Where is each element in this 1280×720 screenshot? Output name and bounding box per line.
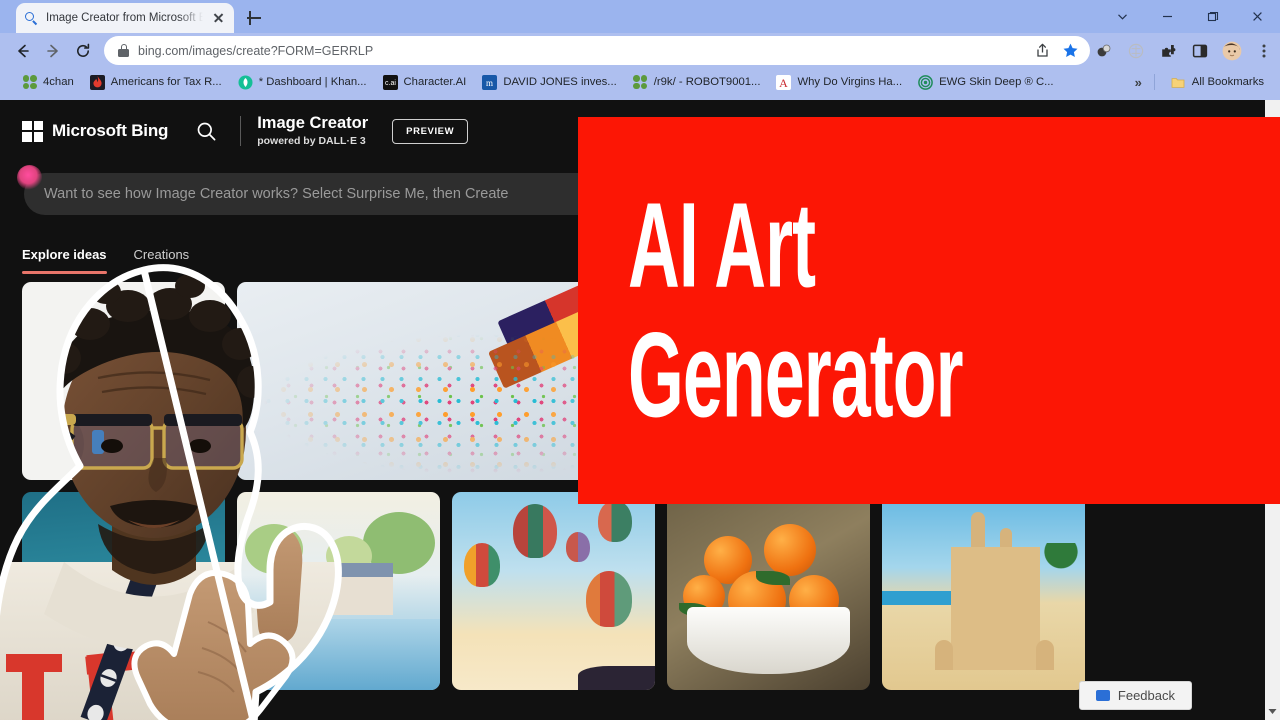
- overlay-line-2: Generator: [628, 305, 964, 443]
- gallery-image-sandcastle-beach-art[interactable]: [882, 492, 1085, 690]
- browser-toolbar-icons: [1094, 35, 1274, 66]
- flame-icon: [89, 74, 105, 90]
- preview-badge: PREVIEW: [392, 118, 469, 144]
- bookmark-label: EWG Skin Deep ® C...: [939, 76, 1054, 88]
- speech-bubble-icon: [1095, 690, 1110, 701]
- close-icon[interactable]: [210, 10, 226, 26]
- tab-label: Creations: [133, 247, 190, 262]
- green-spiral-icon: [918, 74, 933, 90]
- svg-text:c.ai: c.ai: [385, 80, 396, 87]
- m-square-icon: m: [482, 74, 498, 90]
- all-bookmarks-button[interactable]: All Bookmarks: [1163, 71, 1272, 93]
- tab-label: Explore ideas: [22, 247, 107, 262]
- star-filled-icon[interactable]: [1060, 41, 1080, 61]
- microsoft-grid-icon: [22, 120, 43, 142]
- bookmark-label: * Dashboard | Khan...: [258, 76, 367, 88]
- svg-text:m: m: [486, 78, 493, 88]
- bookmark-item[interactable]: m DAVID JONES inves...: [474, 71, 624, 93]
- bookmarks-bar: 4chan Americans for Tax R... * Dashboard…: [0, 68, 1280, 96]
- split-screen-icon[interactable]: [1190, 41, 1210, 61]
- new-tab-button[interactable]: [243, 7, 265, 29]
- share-icon[interactable]: [1032, 41, 1052, 61]
- feedback-button[interactable]: Feedback: [1078, 681, 1192, 710]
- folder-icon: [1171, 75, 1186, 90]
- bookmark-item[interactable]: EWG Skin Deep ® C...: [910, 71, 1061, 93]
- bookmark-item[interactable]: * Dashboard | Khan...: [230, 71, 375, 93]
- navigation-bar: bing.com/images/create?FORM=GERRLP: [0, 33, 1280, 68]
- kebab-menu-icon[interactable]: [1254, 41, 1274, 61]
- profile-avatar-icon[interactable]: [1222, 41, 1242, 61]
- search-icon[interactable]: [188, 113, 224, 149]
- forward-arrow-icon[interactable]: [38, 36, 68, 66]
- tab-explore-ideas[interactable]: Explore ideas: [22, 246, 107, 274]
- video-title-overlay: AI Art Generator: [578, 117, 1280, 504]
- url-text: bing.com/images/create?FORM=GERRLP: [138, 43, 374, 58]
- bookmarks-bar-right: » All Bookmarks: [1131, 71, 1272, 93]
- extension-shield-icon[interactable]: [1126, 41, 1146, 61]
- bookmark-item[interactable]: Americans for Tax R...: [82, 71, 230, 93]
- browser-tab[interactable]: Image Creator from Microsoft B: [16, 3, 234, 33]
- character-ai-icon: c.ai: [382, 74, 398, 90]
- tab-strip: Image Creator from Microsoft B: [0, 0, 1280, 33]
- 4chan-clover-icon: [633, 75, 648, 90]
- gallery-image-teal-scene-art[interactable]: [22, 492, 225, 690]
- bookmark-item[interactable]: 4chan: [14, 71, 82, 93]
- 4chan-clover-icon: [22, 75, 37, 90]
- screen: Image Creator from Microsoft B bing.com/…: [0, 0, 1280, 720]
- maximize-icon[interactable]: [1190, 0, 1235, 33]
- prompt-placeholder: Want to see how Image Creator works? Sel…: [44, 186, 509, 202]
- extension-orb-icon[interactable]: [1094, 41, 1114, 61]
- bookmark-label: 4chan: [43, 76, 74, 88]
- close-icon[interactable]: [1235, 0, 1280, 33]
- divider: [1153, 74, 1155, 90]
- bing-logo-text: Microsoft Bing: [52, 121, 169, 140]
- divider: [240, 116, 242, 146]
- bookmark-label: Character.AI: [403, 76, 467, 88]
- gallery-row: [22, 492, 1280, 690]
- puzzle-icon[interactable]: [1158, 41, 1178, 61]
- product-title-block: Image Creator powered by DALL·E 3: [257, 113, 369, 148]
- search-icon: [24, 11, 39, 26]
- gallery-image-confetti-pencil-art[interactable]: [237, 282, 635, 480]
- bookmark-item[interactable]: /r9k/ - ROBOT9001...: [625, 71, 769, 93]
- red-a-icon: A: [776, 74, 792, 90]
- bookmark-label: Why Do Virgins Ha...: [797, 76, 903, 88]
- tab-search-chevron-icon[interactable]: [1100, 0, 1145, 33]
- minimize-icon[interactable]: [1145, 0, 1190, 33]
- scroll-down-arrow-icon[interactable]: [1265, 704, 1280, 718]
- feedback-label: Feedback: [1117, 688, 1175, 703]
- bookmark-label: Americans for Tax R...: [110, 76, 222, 88]
- gallery-image-hot-air-balloons-art[interactable]: [452, 492, 655, 690]
- overlay-line-1: AI Art: [628, 176, 816, 314]
- lock-icon: [118, 44, 129, 57]
- bookmark-label: /r9k/ - ROBOT9001...: [653, 76, 761, 88]
- bookmark-label: DAVID JONES inves...: [503, 76, 617, 88]
- page-subtitle: powered by DALL·E 3: [257, 135, 366, 148]
- microsoft-bing-logo[interactable]: Microsoft Bing: [22, 120, 169, 142]
- browser-chrome: Image Creator from Microsoft B bing.com/…: [0, 0, 1280, 100]
- gallery-image-rainbow-paper-art[interactable]: [22, 282, 225, 480]
- gallery-image-oranges-in-bowl-painting[interactable]: [667, 492, 870, 690]
- all-bookmarks-label: All Bookmarks: [1191, 76, 1264, 88]
- sparkle-glow-icon: [17, 165, 42, 190]
- back-arrow-icon[interactable]: [8, 36, 38, 66]
- bookmark-item[interactable]: A Why Do Virgins Ha...: [768, 71, 910, 93]
- bookmarks-overflow-button[interactable]: »: [1131, 75, 1146, 90]
- page-title: Image Creator: [257, 113, 369, 132]
- bookmark-item[interactable]: c.ai Character.AI: [375, 71, 475, 93]
- tab-creations[interactable]: Creations: [134, 246, 190, 274]
- khan-leaf-icon: [238, 75, 253, 90]
- reload-icon[interactable]: [68, 36, 98, 66]
- address-bar[interactable]: bing.com/images/create?FORM=GERRLP: [104, 36, 1090, 65]
- window-controls: [1100, 0, 1280, 33]
- svg-text:A: A: [780, 76, 789, 89]
- gallery-image-lakeside-house-watercolor[interactable]: [237, 492, 440, 690]
- tab-title: Image Creator from Microsoft B: [46, 12, 203, 24]
